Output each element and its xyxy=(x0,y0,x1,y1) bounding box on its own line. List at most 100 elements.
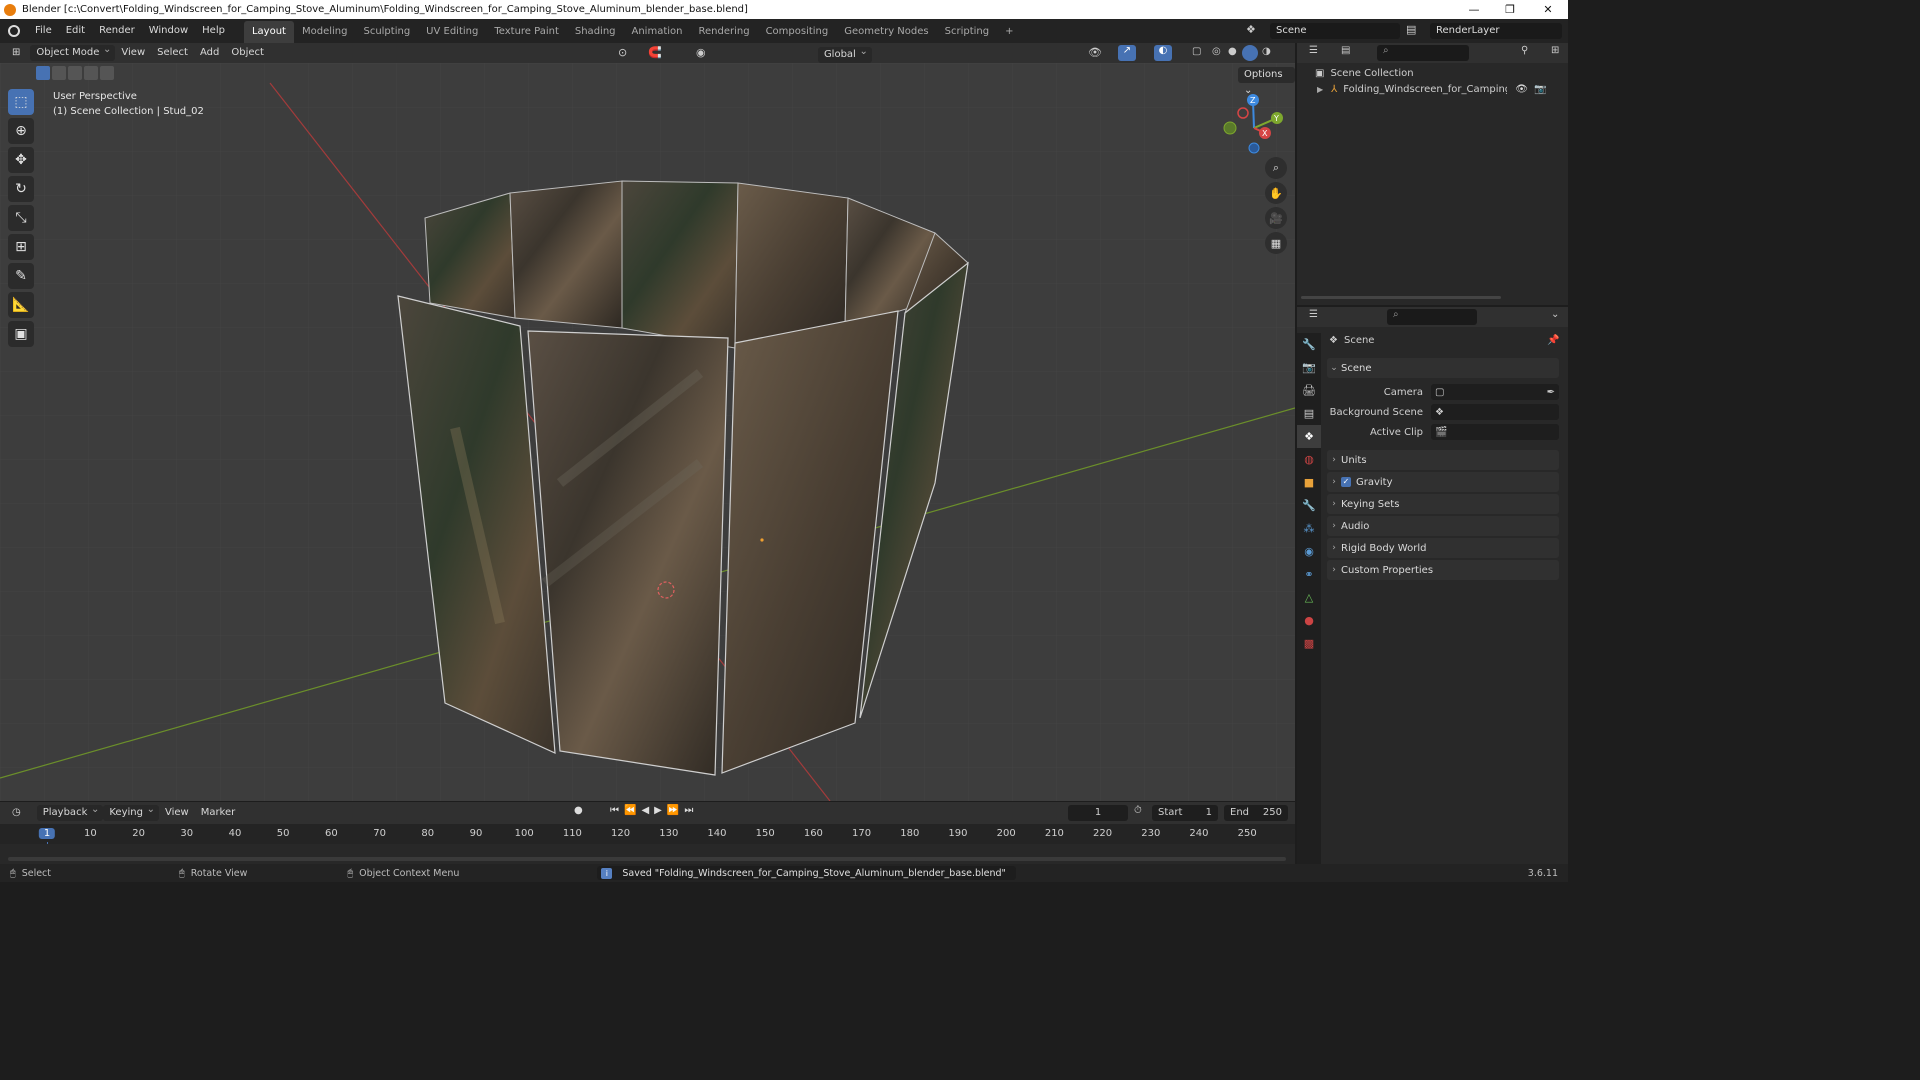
workspace-tab-scripting[interactable]: Scripting xyxy=(937,21,997,43)
expand-arrow-icon[interactable]: ▶ xyxy=(1317,85,1323,94)
viewport-menu-view[interactable]: View xyxy=(115,45,151,61)
menu-render[interactable]: Render xyxy=(92,19,142,43)
outliner-scene-collection[interactable]: ▣ Scene Collection xyxy=(1315,65,1414,81)
cursor-tool-icon[interactable]: ⊕ xyxy=(8,118,34,144)
output-properties-tab-icon[interactable]: 🖨 xyxy=(1297,379,1321,402)
new-collection-icon[interactable]: ⊞ xyxy=(1551,45,1559,56)
keying-menu[interactable]: Keying xyxy=(103,802,159,821)
tool-properties-tab-icon[interactable]: 🔧 xyxy=(1297,333,1321,356)
transform-orientation-dropdown[interactable]: Global xyxy=(817,44,872,63)
navigation-gizmo[interactable]: Z Y X xyxy=(1221,92,1289,160)
maximize-icon[interactable]: ❐ xyxy=(1492,0,1528,19)
workspace-tab-compositing[interactable]: Compositing xyxy=(758,21,837,43)
timeline-scrollbar[interactable] xyxy=(8,857,1286,861)
render-layer-field[interactable]: RenderLayer xyxy=(1430,23,1562,39)
mode-selector[interactable]: Object Mode xyxy=(30,42,116,61)
particles-tab-icon[interactable]: ⁂ xyxy=(1297,517,1321,540)
panel-gravity-header[interactable]: › ✓ Gravity xyxy=(1327,472,1559,492)
renderlayer-browse-icon[interactable]: ▤ xyxy=(1406,23,1426,39)
status-message-box[interactable]: i Saved "Folding_Windscreen_for_Camping_… xyxy=(597,866,1016,880)
menu-window[interactable]: Window xyxy=(142,19,195,43)
workspace-tab-shading[interactable]: Shading xyxy=(567,21,624,43)
panel-units-header[interactable]: › Units xyxy=(1327,450,1559,470)
viewport-menu-add[interactable]: Add xyxy=(194,45,225,61)
overlay-toggle-icon[interactable]: ◐ xyxy=(1154,45,1172,61)
visibility-eye-icon[interactable]: 👁 xyxy=(1515,84,1528,95)
menu-edit[interactable]: Edit xyxy=(59,19,92,43)
move-tool-icon[interactable]: ✥ xyxy=(8,147,34,173)
camera-view-icon[interactable]: 🎥 xyxy=(1265,207,1287,229)
next-keyframe-icon[interactable]: ⏩ xyxy=(667,805,684,816)
outliner-item[interactable]: ▶ ⅄ Folding_Windscreen_for_Camping_Stove… xyxy=(1317,81,1567,97)
play-icon[interactable]: ▶ xyxy=(654,805,667,816)
record-icon[interactable]: ● xyxy=(574,805,583,816)
select-intersect-icon[interactable] xyxy=(100,66,114,80)
workspace-tab-texture-paint[interactable]: Texture Paint xyxy=(486,21,567,43)
outliner-display-mode-icon[interactable]: ▤ xyxy=(1341,45,1350,56)
3d-viewport[interactable]: User Perspective (1) Scene Collection | … xyxy=(0,63,1295,801)
annotate-tool-icon[interactable]: ✎ xyxy=(8,263,34,289)
zoom-icon[interactable]: ⌕ xyxy=(1265,157,1287,179)
timeline-ruler[interactable]: 1 10 20 30 40 50 60 70 80 90 100 110 120 130 140 150 160… xyxy=(0,824,1295,866)
menu-help[interactable]: Help xyxy=(195,19,232,43)
start-frame-field[interactable]: Start 1 xyxy=(1152,805,1218,821)
select-box-tool-icon[interactable]: ⬚ xyxy=(8,89,34,115)
options-button[interactable]: Options ⌄ xyxy=(1238,67,1295,96)
snap-icon[interactable]: 🧲 xyxy=(648,46,662,59)
select-subtract-icon[interactable] xyxy=(68,66,82,80)
scene-browse-icon[interactable]: ❖ xyxy=(1246,23,1266,39)
timeline-track-area[interactable] xyxy=(0,844,1295,864)
current-frame-field[interactable]: 1 xyxy=(1068,805,1128,821)
rendered-shading-icon[interactable]: ◑ xyxy=(1262,46,1271,57)
timeline-menu-view[interactable]: View xyxy=(159,805,195,821)
prev-keyframe-icon[interactable]: ⏪ xyxy=(624,805,641,816)
camera-field[interactable]: ▢ ✒ xyxy=(1431,384,1559,400)
select-extend-icon[interactable] xyxy=(52,66,66,80)
editor-type-icon[interactable]: ⊞ xyxy=(6,45,26,61)
playhead-frame-indicator[interactable]: 1 xyxy=(38,828,56,839)
measure-tool-icon[interactable]: 📐 xyxy=(8,292,34,318)
eyedropper-icon[interactable]: ✒ xyxy=(1547,387,1555,398)
background-scene-field[interactable]: ❖ xyxy=(1431,404,1559,420)
active-clip-field[interactable]: 🎬 xyxy=(1431,424,1559,440)
outliner-filter-icon[interactable]: ⚲ xyxy=(1521,45,1528,56)
timeline-editor-type-icon[interactable]: ◷ xyxy=(6,805,27,821)
timeline-menu-marker[interactable]: Marker xyxy=(195,805,242,821)
panel-audio-header[interactable]: › Audio xyxy=(1327,516,1559,536)
scale-tool-icon[interactable]: ⤡ xyxy=(8,205,34,231)
texture-properties-tab-icon[interactable]: ▩ xyxy=(1297,632,1321,655)
workspace-tab-sculpting[interactable]: Sculpting xyxy=(355,21,418,43)
menu-file[interactable]: File xyxy=(28,19,59,43)
properties-options-icon[interactable]: ⌄ xyxy=(1551,309,1559,320)
properties-editor-icon[interactable]: ☰ xyxy=(1309,309,1318,320)
add-workspace-button[interactable]: + xyxy=(997,21,1021,43)
workspace-tab-animation[interactable]: Animation xyxy=(624,21,691,43)
outliner-editor-icon[interactable]: ☰ xyxy=(1309,45,1318,56)
proportional-edit-icon[interactable]: ◉ xyxy=(696,46,706,59)
play-reverse-icon[interactable]: ◀ xyxy=(641,805,654,816)
workspace-tab-geometry-nodes[interactable]: Geometry Nodes xyxy=(836,21,936,43)
panel-rigid-body-world-header[interactable]: › Rigid Body World xyxy=(1327,538,1559,558)
rotate-tool-icon[interactable]: ↻ xyxy=(8,176,34,202)
properties-search-input[interactable]: ⌕ xyxy=(1387,309,1477,325)
workspace-tab-layout[interactable]: Layout xyxy=(243,21,294,43)
panel-custom-properties-header[interactable]: › Custom Properties xyxy=(1327,560,1559,580)
outliner-scrollbar[interactable] xyxy=(1301,296,1501,299)
scene-properties-tab-icon[interactable]: ❖ xyxy=(1297,425,1321,448)
select-difference-icon[interactable] xyxy=(84,66,98,80)
workspace-tab-modeling[interactable]: Modeling xyxy=(294,21,356,43)
minimize-icon[interactable]: — xyxy=(1456,0,1492,19)
constraints-tab-icon[interactable]: ⚭ xyxy=(1297,563,1321,586)
blender-menu-icon[interactable] xyxy=(0,25,28,37)
viewport-menu-select[interactable]: Select xyxy=(151,45,194,61)
workspace-tab-rendering[interactable]: Rendering xyxy=(690,21,757,43)
scene-selector-field[interactable]: Scene xyxy=(1270,23,1400,39)
add-cube-tool-icon[interactable]: ▣ xyxy=(8,321,34,347)
xray-icon[interactable]: ▢ xyxy=(1192,46,1201,57)
material-preview-icon[interactable] xyxy=(1242,45,1258,61)
workspace-tab-uv-editing[interactable]: UV Editing xyxy=(418,21,486,43)
object-properties-tab-icon[interactable]: ■ xyxy=(1297,471,1321,494)
viewport-menu-object[interactable]: Object xyxy=(225,45,270,61)
jump-start-icon[interactable]: ⏮ xyxy=(610,805,624,816)
world-properties-tab-icon[interactable]: ◍ xyxy=(1297,448,1321,471)
